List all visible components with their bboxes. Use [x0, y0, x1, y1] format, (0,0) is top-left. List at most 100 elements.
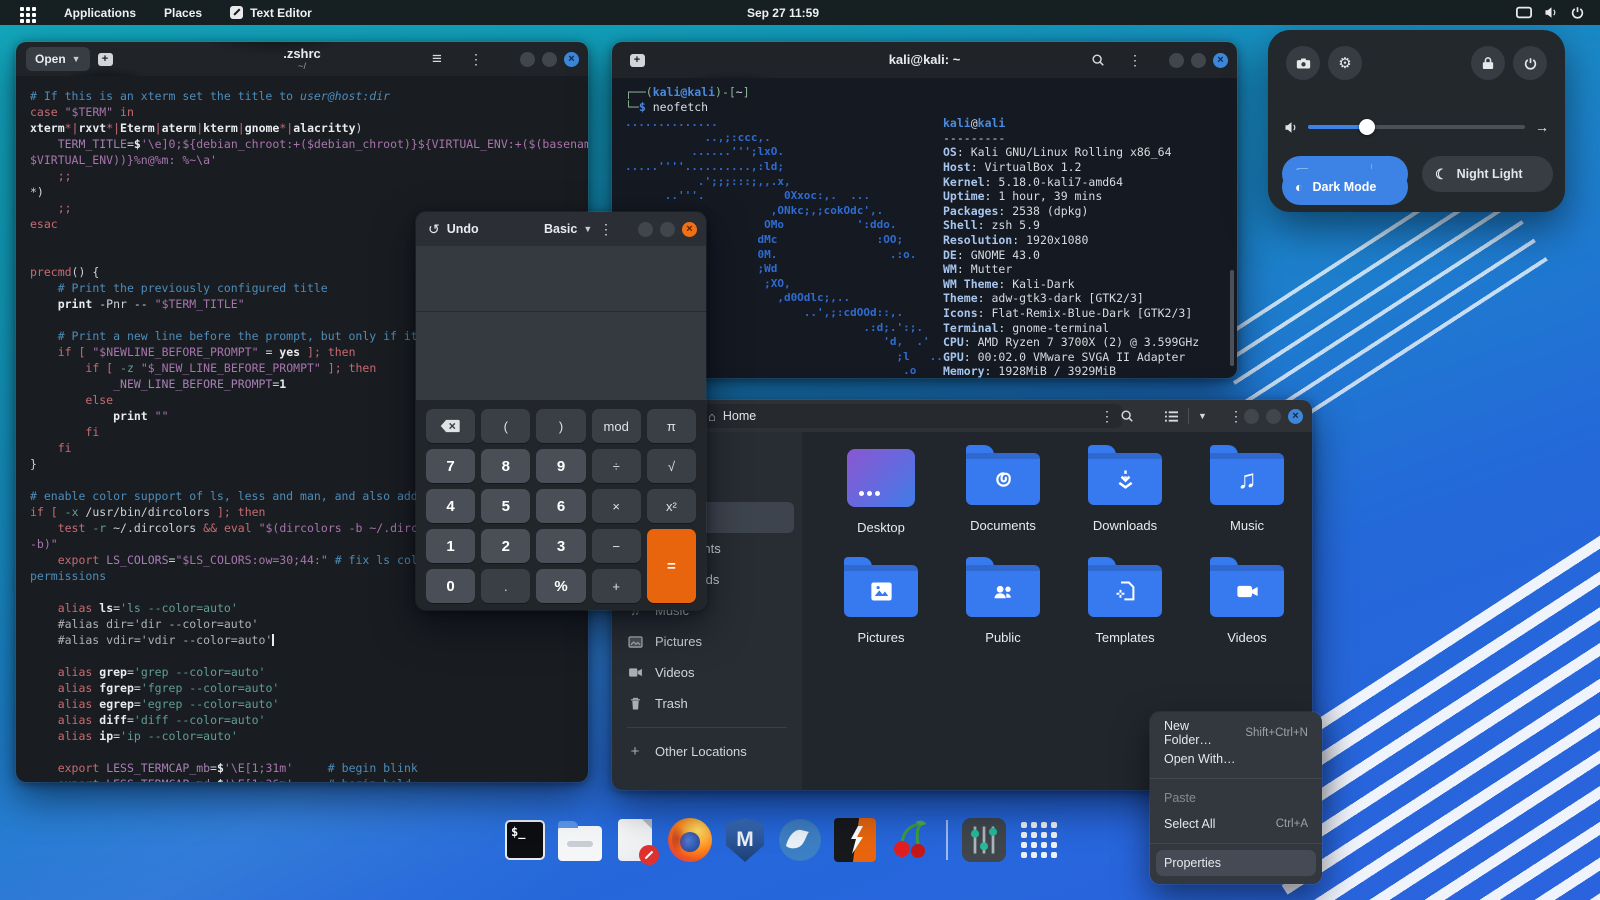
kebab-menu-icon[interactable]: ⋮	[1124, 49, 1146, 71]
volume-slider[interactable]: →	[1284, 118, 1549, 136]
calc-key-[interactable]: ÷	[591, 449, 641, 483]
maximize-button[interactable]	[660, 221, 675, 237]
files-titlebar[interactable]: ⌂ Home ⋮ ▼ ⋮ ×	[612, 400, 1312, 432]
path-kebab-icon[interactable]: ⋮	[1100, 408, 1114, 425]
dock-item-firefox[interactable]	[667, 815, 713, 865]
open-button[interactable]: Open ▼	[26, 47, 90, 71]
calc-key-0[interactable]: 0	[426, 569, 476, 603]
calculator-display[interactable]	[416, 246, 706, 400]
system-status-area[interactable]	[1516, 6, 1600, 19]
night-light-toggle[interactable]: ☾ Night Light	[1422, 156, 1553, 192]
calc-key-7[interactable]: 7	[426, 449, 476, 483]
folder-templates[interactable]: Templates	[1064, 553, 1186, 645]
sidebar-item-other-locations[interactable]: + Other Locations	[620, 736, 794, 767]
text-editor-titlebar[interactable]: Open ▼ + .zshrc ~/ ≡ ⋮ ×	[16, 42, 588, 76]
calc-key-[interactable]: )	[536, 409, 586, 443]
dock-item-cherrytree[interactable]	[887, 815, 933, 865]
calc-key-6[interactable]: 6	[536, 489, 586, 523]
calc-key-1[interactable]: 1	[426, 529, 476, 563]
lock-button[interactable]	[1471, 46, 1505, 80]
folder-public[interactable]: Public	[942, 553, 1064, 645]
calc-key-3[interactable]: 3	[536, 529, 586, 563]
path-bar[interactable]: ⌂ Home ⋮	[700, 404, 1122, 428]
folder-videos[interactable]: Videos	[1186, 553, 1308, 645]
screenshot-button[interactable]	[1286, 46, 1320, 80]
search-icon[interactable]	[1120, 400, 1134, 432]
close-button[interactable]: ×	[564, 51, 579, 67]
volume-track[interactable]	[1308, 119, 1525, 135]
calc-key-[interactable]: ×	[591, 489, 641, 523]
menu-item-select-all[interactable]: Select All Ctrl+A	[1156, 811, 1316, 837]
dock-item-files[interactable]	[557, 815, 603, 865]
new-tab-button[interactable]: +	[626, 49, 648, 71]
dark-mode-toggle[interactable]: ◐ Dark Mode	[1282, 169, 1408, 205]
calc-key-8[interactable]: 8	[481, 449, 531, 483]
kebab-menu-icon[interactable]: ⋮	[595, 218, 617, 240]
calc-key-[interactable]: (	[481, 409, 531, 443]
menu-places[interactable]: Places	[150, 0, 216, 25]
dock-item-tweaks[interactable]	[961, 815, 1007, 865]
calc-key-2[interactable]: 2	[481, 529, 531, 563]
calc-key-backspace[interactable]	[426, 409, 476, 443]
minimize-button[interactable]	[1244, 408, 1259, 424]
sidebar-item-pictures[interactable]: Pictures	[620, 626, 794, 657]
view-toggle-button[interactable]: ▼	[1164, 400, 1207, 432]
maximize-button[interactable]	[542, 51, 557, 67]
close-button[interactable]: ×	[682, 221, 697, 237]
minimize-button[interactable]	[520, 51, 535, 67]
folder-music[interactable]: ♫ Music	[1186, 441, 1308, 535]
calc-key-9[interactable]: 9	[536, 449, 586, 483]
close-button[interactable]: ×	[1213, 52, 1228, 68]
settings-button[interactable]: ⚙	[1328, 46, 1362, 80]
dock-item-app-grid[interactable]	[1016, 815, 1062, 865]
sidebar-item-videos[interactable]: Videos	[620, 657, 794, 688]
lines-menu-icon[interactable]: ≡	[426, 48, 448, 70]
new-document-button[interactable]: +	[94, 48, 116, 70]
calc-key-[interactable]: +	[591, 569, 641, 603]
calc-key-x[interactable]: x²	[646, 489, 696, 523]
scrollbar-thumb[interactable]	[1230, 270, 1234, 366]
folder-pictures[interactable]: Pictures	[820, 553, 942, 645]
power-button[interactable]	[1513, 46, 1547, 80]
sidebar-item-trash[interactable]: Trash	[620, 688, 794, 719]
minimize-button[interactable]	[1169, 52, 1184, 68]
calc-key-[interactable]: .	[481, 569, 531, 603]
folder-desktop[interactable]: Desktop	[820, 441, 942, 535]
close-button[interactable]: ×	[1288, 408, 1303, 424]
dock-item-terminal[interactable]: $_	[502, 815, 548, 865]
maximize-button[interactable]	[1266, 408, 1281, 424]
mode-dropdown[interactable]: Basic ▼	[544, 212, 592, 246]
calc-key-[interactable]: %	[536, 569, 586, 603]
folder-downloads[interactable]: Downloads	[1064, 441, 1186, 535]
volume-knob[interactable]	[1358, 119, 1375, 135]
calc-key-4[interactable]: 4	[426, 489, 476, 523]
kebab-menu-icon[interactable]: ⋮	[1229, 400, 1243, 432]
calculator-titlebar[interactable]: ↺ Undo Basic ▼ ⋮ ×	[416, 212, 706, 246]
dock-item-metasploit[interactable]: M	[722, 815, 768, 865]
menu-item-open-with[interactable]: Open With…	[1156, 746, 1316, 772]
folder-documents[interactable]: Documents	[942, 441, 1064, 535]
calc-key-[interactable]: π	[646, 409, 696, 443]
undo-button[interactable]: ↺ Undo	[428, 212, 479, 246]
calc-key-[interactable]: −	[591, 529, 641, 563]
dark-mode-label: Dark Mode	[1312, 180, 1377, 194]
dock-item-text-editor[interactable]	[612, 815, 659, 865]
menu-item-new-folder[interactable]: New Folder… Shift+Ctrl+N	[1156, 719, 1316, 747]
menu-item-properties[interactable]: Properties	[1156, 850, 1316, 876]
dock-item-burpsuite[interactable]	[832, 815, 878, 865]
calc-key-[interactable]: =	[646, 529, 696, 603]
kebab-menu-icon[interactable]: ⋮	[465, 48, 487, 70]
calc-key-5[interactable]: 5	[481, 489, 531, 523]
maximize-button[interactable]	[1191, 52, 1206, 68]
calc-key-[interactable]: √	[646, 449, 696, 483]
calc-key-mod[interactable]: mod	[591, 409, 641, 443]
menu-text-editor[interactable]: Text Editor	[216, 0, 326, 25]
kali-menu-icon[interactable]	[20, 6, 24, 11]
volume-expand-icon[interactable]: →	[1535, 119, 1549, 135]
menu-item-label: Open With…	[1164, 752, 1236, 766]
minimize-button[interactable]	[638, 221, 653, 237]
dock-item-wireshark[interactable]	[777, 815, 823, 865]
terminal-titlebar[interactable]: + kali@kali: ~ ⋮ ×	[612, 42, 1237, 78]
menu-applications[interactable]: Applications	[50, 0, 150, 25]
search-icon[interactable]	[1087, 49, 1109, 71]
